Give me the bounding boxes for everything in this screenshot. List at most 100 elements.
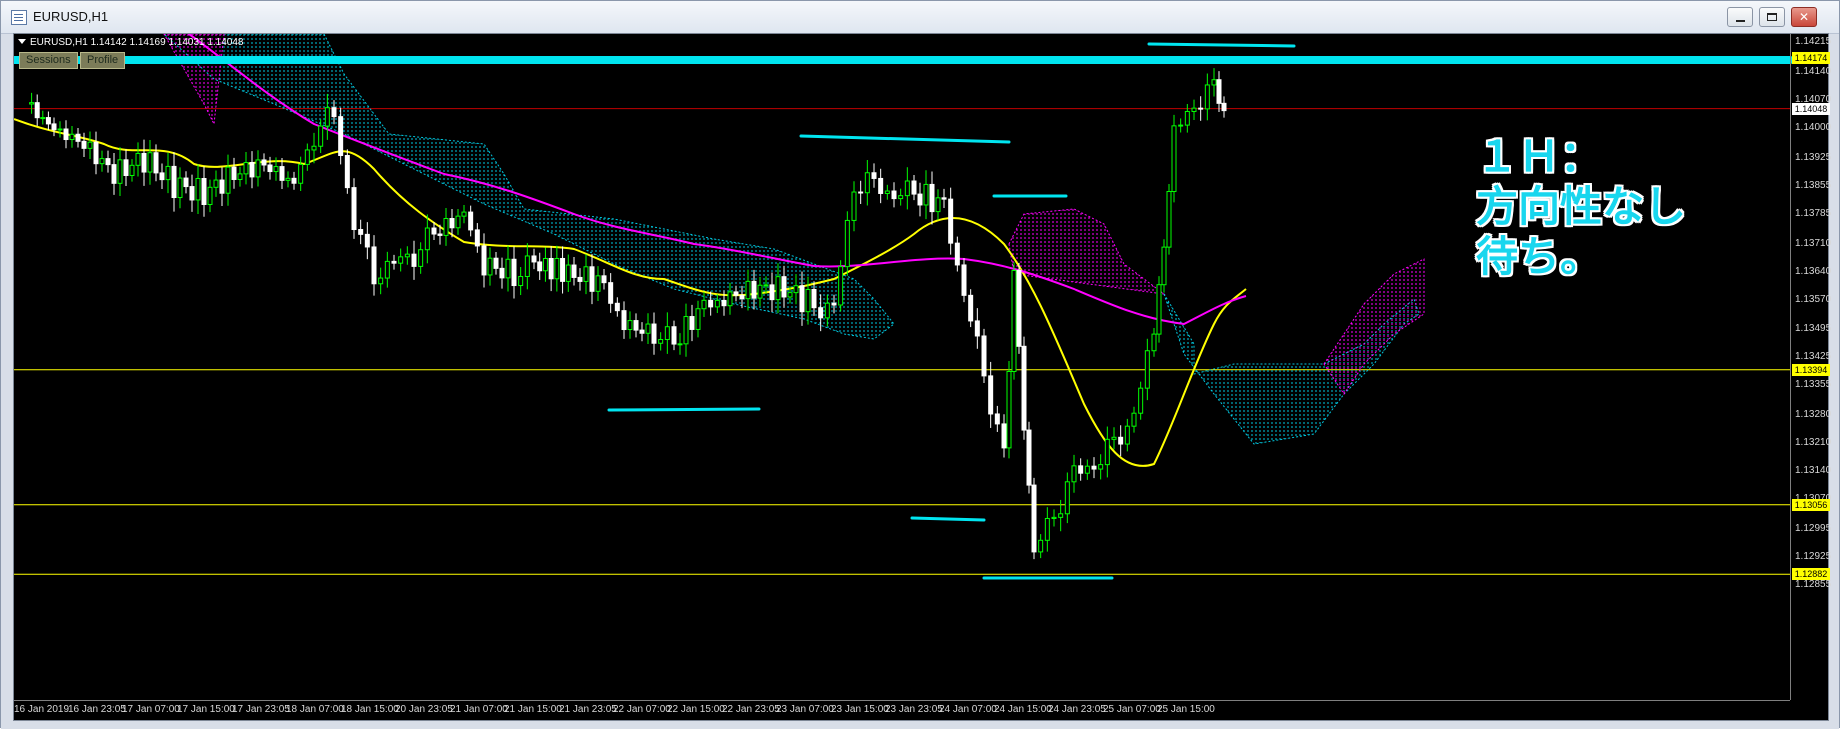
candle-body bbox=[1064, 481, 1070, 515]
candle-body bbox=[231, 166, 237, 180]
candle-body bbox=[844, 219, 850, 268]
candle-body bbox=[757, 284, 763, 299]
window-title: EURUSD,H1 bbox=[33, 9, 109, 24]
candle-body bbox=[111, 164, 117, 184]
candle-body bbox=[571, 264, 577, 278]
candle-body bbox=[1104, 438, 1110, 466]
candle-body bbox=[493, 257, 499, 269]
candle-body bbox=[787, 292, 793, 298]
candle-body bbox=[695, 308, 701, 330]
time-axis-label: 24 Jan 07:00 bbox=[939, 704, 997, 715]
candle-body bbox=[1204, 84, 1210, 110]
candle-body bbox=[468, 211, 474, 231]
price-axis-label: 1.12995 bbox=[1795, 523, 1832, 535]
candle-body bbox=[1038, 539, 1044, 553]
candle-body bbox=[1191, 107, 1197, 112]
time-axis-label: 23 Jan 15:00 bbox=[831, 704, 889, 715]
candle-body bbox=[1118, 436, 1124, 445]
candle-body bbox=[763, 284, 769, 287]
candle-body bbox=[948, 198, 954, 244]
price-axis-label: 1.14140 bbox=[1795, 65, 1832, 77]
price-axis-label: 1.12925 bbox=[1795, 551, 1832, 563]
candle-body bbox=[1161, 246, 1167, 286]
candle-body bbox=[57, 128, 63, 131]
candle-body bbox=[961, 264, 967, 296]
candle-body bbox=[123, 159, 129, 176]
sessions-button[interactable]: Sessions bbox=[19, 52, 78, 69]
candle-body bbox=[601, 275, 607, 284]
candle-body bbox=[1078, 465, 1084, 474]
price-axis-label: 1.14215 bbox=[1795, 36, 1832, 47]
minimize-button[interactable] bbox=[1727, 7, 1753, 27]
time-axis[interactable] bbox=[14, 700, 1790, 701]
time-axis-label: 23 Jan 23:05 bbox=[885, 704, 943, 715]
candle-body bbox=[34, 102, 40, 119]
annotation-line-2: 方向性なし bbox=[1476, 182, 1687, 231]
candle-body bbox=[929, 183, 935, 213]
maximize-button[interactable] bbox=[1759, 7, 1785, 27]
price-axis-label: 1.13570 bbox=[1795, 293, 1832, 305]
candle-body bbox=[1184, 110, 1190, 126]
candle-body bbox=[537, 261, 543, 272]
candle-body bbox=[87, 141, 93, 149]
time-axis-label: 21 Jan 23:05 bbox=[559, 704, 617, 715]
price-axis-label: 1.13495 bbox=[1795, 323, 1832, 335]
time-axis-label: 23 Jan 07:00 bbox=[776, 704, 834, 715]
candle-body bbox=[318, 125, 324, 147]
candle-body bbox=[645, 323, 651, 334]
symbol-info: EURUSD,H1 1.14142 1.14169 1.14031 1.1404… bbox=[18, 37, 244, 48]
candle-body bbox=[781, 276, 787, 298]
close-button[interactable]: ✕ bbox=[1791, 7, 1817, 27]
candle-body bbox=[639, 329, 645, 334]
candle-body bbox=[40, 117, 46, 120]
candle-body bbox=[418, 249, 424, 267]
close-icon: ✕ bbox=[1798, 10, 1810, 24]
candle-body bbox=[589, 266, 595, 292]
candle-body bbox=[708, 299, 714, 308]
candle-body bbox=[1091, 465, 1097, 470]
chart-annotation: １Ｈ： 方向性なし 待ち。 bbox=[1476, 132, 1686, 282]
title-bar[interactable]: EURUSD,H1 ✕ bbox=[1, 1, 1839, 34]
chart-window-icon bbox=[11, 10, 27, 25]
candle-body bbox=[159, 172, 165, 181]
candle-body bbox=[378, 277, 384, 285]
price-axis-label: 1.12855 bbox=[1795, 579, 1832, 590]
candle-body bbox=[917, 193, 923, 206]
fast-moving-average bbox=[14, 118, 1247, 467]
candle-body bbox=[811, 288, 817, 309]
candle-body bbox=[1221, 102, 1227, 112]
candle-body bbox=[1166, 191, 1172, 248]
candle-body bbox=[398, 256, 404, 264]
price-chart[interactable]: EURUSD,H1 1.14142 1.14169 1.14031 1.1404… bbox=[13, 33, 1832, 721]
drawn-line-low bbox=[910, 516, 986, 522]
chart-window: EURUSD,H1 ✕ EURUSD,H1 1.14142 1.14169 1.… bbox=[0, 0, 1840, 729]
candle-body bbox=[404, 253, 410, 258]
candle-body bbox=[1058, 513, 1064, 518]
candle-body bbox=[1211, 79, 1217, 86]
candle-body bbox=[153, 152, 159, 174]
price-axis[interactable] bbox=[1790, 34, 1791, 700]
time-axis-label: 21 Jan 07:00 bbox=[450, 704, 508, 715]
candle-body bbox=[1011, 270, 1017, 373]
candle-body bbox=[824, 302, 830, 319]
candle-body bbox=[45, 117, 51, 125]
candle-body bbox=[201, 178, 207, 206]
candle-body bbox=[1144, 350, 1150, 389]
candle-body bbox=[81, 140, 87, 149]
ichimoku-cloud-mid bbox=[1009, 209, 1162, 294]
candle-body bbox=[141, 152, 147, 173]
candle-body bbox=[1216, 79, 1222, 104]
dropdown-triangle-icon[interactable] bbox=[18, 39, 26, 44]
candle-body bbox=[721, 299, 727, 307]
candle-body bbox=[524, 255, 530, 278]
candle-body bbox=[267, 164, 273, 173]
candle-body bbox=[225, 166, 231, 194]
candle-body bbox=[793, 285, 799, 294]
profile-button[interactable]: Profile bbox=[80, 52, 126, 69]
candle-body bbox=[1151, 333, 1157, 352]
candle-body bbox=[864, 172, 870, 194]
candle-body bbox=[531, 255, 537, 263]
candle-body bbox=[904, 180, 910, 197]
price-axis-label: 1.13140 bbox=[1795, 465, 1832, 477]
candle-body bbox=[177, 177, 183, 199]
